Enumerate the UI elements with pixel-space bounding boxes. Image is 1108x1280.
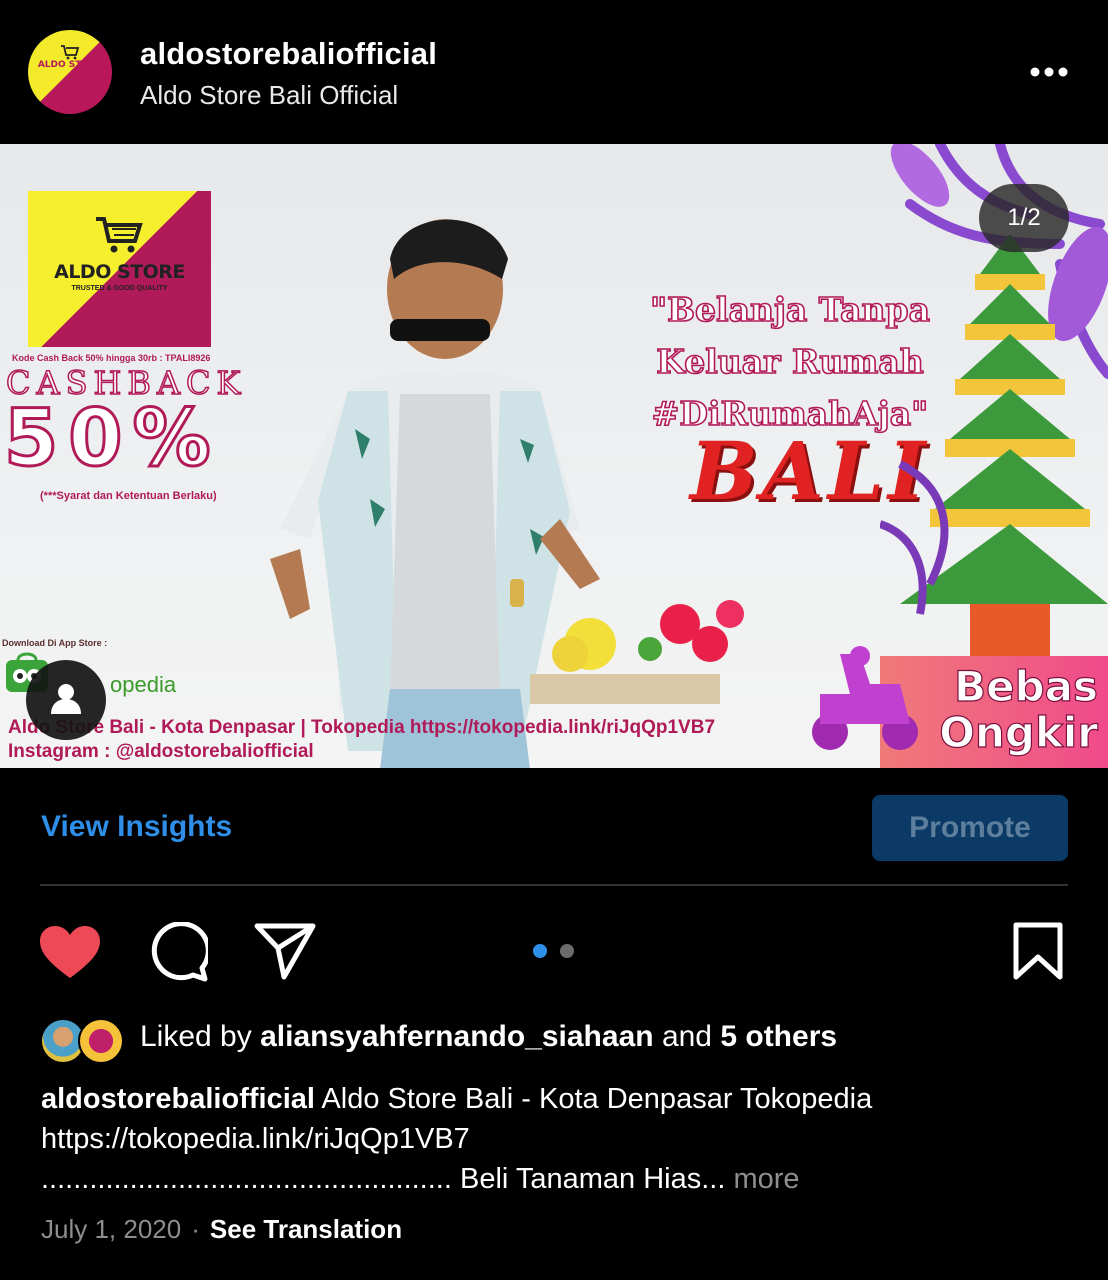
carousel-dot-active bbox=[533, 944, 547, 958]
tokopedia-text: opedia bbox=[110, 672, 177, 697]
display-name: Aldo Store Bali Official bbox=[140, 80, 399, 110]
share-icon[interactable] bbox=[254, 922, 316, 980]
aldo-store-logo: ALDO STORE TRUSTED & GOOD QUALITY bbox=[28, 191, 211, 347]
heart-icon[interactable] bbox=[38, 924, 102, 980]
see-translation-link[interactable]: See Translation bbox=[210, 1214, 402, 1244]
scooter-illustration bbox=[812, 646, 918, 750]
view-insights-link[interactable]: View Insights bbox=[41, 810, 232, 844]
username[interactable]: aldostorebaliofficial bbox=[140, 36, 437, 72]
post-caption: aldostorebaliofficial Aldo Store Bali - … bbox=[41, 1079, 1081, 1199]
flowers-decoration bbox=[530, 600, 744, 704]
post-date: July 1, 2020 bbox=[41, 1214, 182, 1244]
cashback-percent: 50% bbox=[3, 393, 221, 486]
profile-avatar[interactable]: ALDO STORE bbox=[28, 30, 112, 114]
caption-text-1: Aldo Store Bali - Kota Denpasar Tokopedi… bbox=[321, 1083, 873, 1115]
user-tag-button[interactable] bbox=[26, 660, 106, 740]
caption-username[interactable]: aldostorebaliofficial bbox=[41, 1083, 315, 1115]
bebas-text: Bebas bbox=[953, 662, 1098, 711]
carousel-dot bbox=[560, 944, 574, 958]
promote-button[interactable]: Promote bbox=[872, 795, 1068, 861]
liker-avatars[interactable] bbox=[40, 1018, 126, 1064]
user-tag-icon bbox=[51, 684, 81, 714]
free-shipping-text: Bebas Ongkir bbox=[928, 662, 1099, 757]
post-meta: July 1, 2020 · See Translation bbox=[41, 1214, 402, 1245]
caption-more-link[interactable]: more bbox=[733, 1163, 799, 1195]
cashback-code: Kode Cash Back 50% hingga 30rb : TPALI89… bbox=[12, 353, 211, 363]
ongkir-text: Ongkir bbox=[939, 708, 1099, 757]
cart-icon bbox=[96, 217, 143, 253]
banner-footer-store: Aldo Store Bali - Kota Denpasar | Tokope… bbox=[8, 717, 716, 738]
meta-separator: · bbox=[191, 1214, 200, 1244]
bookmark-icon[interactable] bbox=[1012, 922, 1064, 980]
logo-text: ALDO STORE bbox=[54, 261, 185, 283]
comment-icon[interactable] bbox=[146, 922, 208, 982]
logo-tagline: TRUSTED & GOOD QUALITY bbox=[71, 285, 168, 292]
divider bbox=[40, 884, 1068, 886]
liked-by-user[interactable]: aliansyahfernando_siahaan bbox=[260, 1020, 654, 1053]
liker-avatar bbox=[78, 1018, 124, 1064]
more-icon[interactable] bbox=[1026, 60, 1072, 84]
post-header: ALDO STORE aldostorebaliofficial Aldo St… bbox=[0, 0, 1108, 144]
liked-by-others[interactable]: 5 others bbox=[720, 1020, 837, 1053]
cart-icon bbox=[61, 45, 80, 60]
caption-text-3: ........................................… bbox=[41, 1163, 726, 1195]
avatar-logo-text: ALDO STORE bbox=[37, 60, 103, 70]
liked-by-prefix: Liked by bbox=[140, 1020, 252, 1053]
download-note: Download Di App Store : bbox=[2, 638, 108, 648]
caption-link[interactable]: https://tokopedia.link/riJqQp1VB7 bbox=[41, 1119, 1081, 1159]
banner-footer-instagram: Instagram : @aldostorebaliofficial bbox=[8, 741, 314, 762]
terms-note: (***Syarat dan Ketentuan Berlaku) bbox=[40, 490, 217, 502]
liked-by-and: and bbox=[661, 1020, 712, 1053]
liked-by-text[interactable]: Liked by aliansyahfernando_siahaan and 5… bbox=[140, 1020, 837, 1054]
post-image[interactable]: ALDO STORE TRUSTED & GOOD QUALITY Kode C… bbox=[0, 144, 1108, 768]
carousel-counter: 1/2 bbox=[979, 184, 1069, 252]
